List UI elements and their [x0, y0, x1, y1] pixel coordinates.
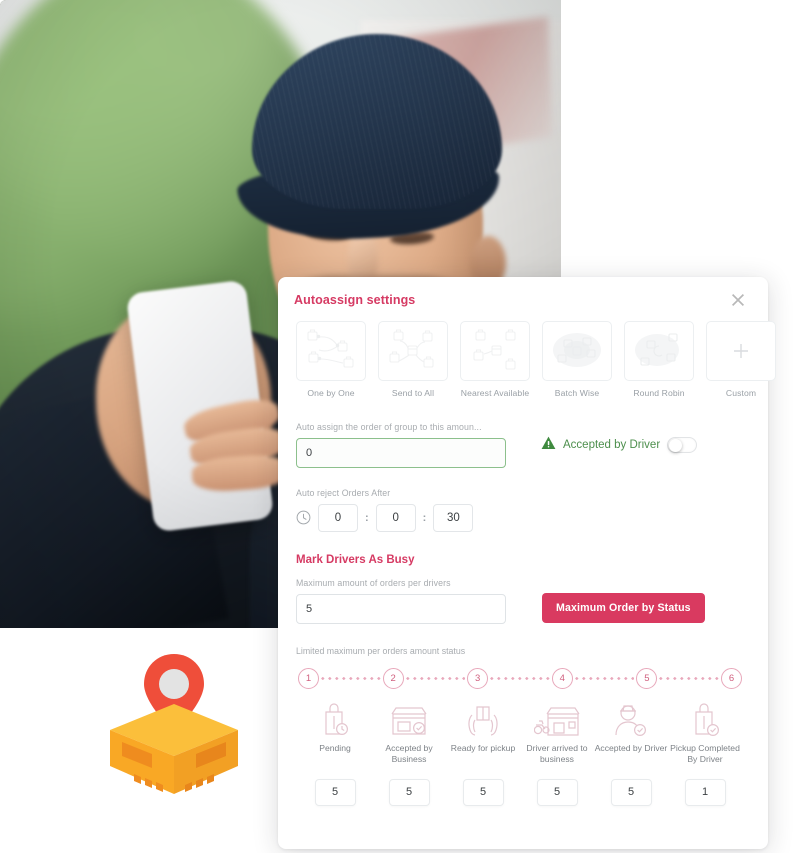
method-card[interactable] — [542, 321, 612, 381]
method-one-by-one[interactable]: One by One — [296, 321, 366, 400]
method-label: Send to All — [391, 388, 435, 398]
plus-icon — [734, 344, 748, 358]
status-label: Pickup Completed By Driver — [670, 742, 740, 764]
method-label: Batch Wise — [554, 388, 600, 398]
status-pending: Pending — [298, 699, 372, 806]
round-robin-icon — [635, 333, 679, 366]
close-icon[interactable] — [730, 289, 752, 311]
auto-reject-block: Auto reject Orders After : : — [294, 488, 746, 532]
status-ready-for-pickup: Ready for pickup — [446, 699, 520, 806]
method-nearest-available[interactable]: Nearest Available — [460, 321, 530, 400]
auto-assign-field: Auto assign the order of group to this a… — [296, 422, 506, 468]
status-columns: Pending 5 Accepted by Business 5 Ready f… — [298, 699, 742, 806]
mark-drivers-busy-title: Mark Drivers As Busy — [296, 553, 415, 566]
auto-reject-hours-input[interactable] — [318, 503, 358, 532]
accepted-by-driver-flag: Accepted by Driver — [541, 422, 698, 455]
auto-reject-seconds-input[interactable] — [433, 503, 474, 532]
method-card[interactable] — [296, 321, 366, 381]
stepper-track: 1 2 3 4 5 6 — [298, 667, 742, 689]
status-value-input[interactable] — [314, 778, 356, 806]
batch-wise-icon — [553, 333, 601, 367]
autoassign-settings-modal: Autoassign settings One by One Send to A… — [278, 277, 776, 849]
method-card[interactable] — [460, 321, 530, 381]
accepted-by-driver-toggle[interactable] — [667, 437, 698, 454]
status-value-input[interactable] — [536, 778, 578, 806]
method-card[interactable] — [706, 321, 776, 381]
maximum-order-by-status-button[interactable]: Maximum Order by Status — [542, 592, 705, 623]
auto-reject-label: Auto reject Orders After — [296, 487, 391, 498]
method-label: Custom — [725, 388, 757, 398]
one-by-one-icon — [307, 329, 354, 368]
limited-maximum-label: Limited maximum per orders amount status — [296, 645, 466, 656]
send-to-all-icon — [389, 329, 434, 368]
time-separator: : — [365, 511, 369, 524]
time-separator: : — [422, 511, 427, 524]
stepper-connector — [659, 676, 719, 680]
method-custom[interactable]: Custom — [706, 321, 776, 400]
step-circle-5[interactable]: 5 — [636, 667, 658, 689]
auto-assign-row: Auto assign the order of group to this a… — [294, 422, 746, 468]
stepper-connector — [321, 676, 381, 680]
nearest-available-icon — [473, 329, 516, 370]
status-accepted-by-driver: Accepted by Driver — [594, 699, 668, 806]
status-label: Accepted by Business — [385, 742, 433, 764]
order-status-stepper: 1 2 3 4 5 6 Pending 5 Accepted by Busine… — [294, 667, 746, 806]
auto-reject-time-row: : : — [296, 503, 746, 532]
autoassign-method-list: One by One Send to All Nearest Available… — [294, 321, 776, 400]
step-circle-2[interactable]: 2 — [382, 667, 404, 689]
auto-reject-minutes-input[interactable] — [375, 503, 416, 532]
status-value-input[interactable] — [610, 778, 652, 806]
status-accepted-by-business: Accepted by Business — [372, 699, 446, 806]
store-check-icon — [389, 699, 429, 737]
step-circle-4[interactable]: 4 — [551, 667, 573, 689]
mark-drivers-busy-row: Maximum amount of orders per drivers Max… — [294, 578, 746, 624]
package-illustration — [100, 648, 248, 796]
stepper-connector — [574, 676, 635, 680]
status-label: Pending — [319, 742, 351, 753]
scooter-store-icon — [534, 699, 580, 737]
status-pickup-completed: Pickup Completed By Driver — [668, 699, 742, 806]
clock-icon — [296, 510, 311, 525]
stepper-connector — [490, 676, 550, 680]
status-label: Accepted by Driver — [594, 742, 668, 753]
method-send-to-all[interactable]: Send to All — [378, 321, 448, 400]
step-circle-3[interactable]: 3 — [467, 667, 489, 689]
status-value-input[interactable] — [388, 778, 430, 806]
max-orders-field: Maximum amount of orders per drivers — [296, 578, 506, 624]
warning-triangle-icon — [541, 436, 556, 455]
auto-assign-label: Auto assign the order of group to this a… — [296, 421, 482, 432]
status-driver-arrived: Driver arrived to business — [520, 699, 594, 806]
hands-package-icon — [464, 699, 502, 737]
step-circle-1[interactable]: 1 — [298, 667, 320, 689]
toggle-knob — [669, 439, 683, 453]
method-label: One by One — [307, 388, 355, 398]
method-batch-wise[interactable]: Batch Wise — [542, 321, 612, 400]
page-root: Autoassign settings One by One Send to A… — [0, 0, 800, 853]
bag-clock-icon — [317, 699, 353, 737]
method-card[interactable] — [624, 321, 694, 381]
accepted-by-driver-label: Accepted by Driver — [563, 439, 661, 452]
auto-assign-input[interactable] — [296, 437, 506, 468]
method-round-robin[interactable]: Round Robin — [624, 321, 694, 400]
method-card[interactable] — [378, 321, 448, 381]
step-circle-6[interactable]: 6 — [720, 667, 742, 689]
method-label: Round Robin — [633, 388, 685, 398]
status-value-input[interactable] — [462, 778, 504, 806]
status-value-input[interactable] — [684, 778, 726, 806]
max-orders-label: Maximum amount of orders per drivers — [296, 577, 451, 588]
modal-title: Autoassign settings — [294, 293, 416, 307]
max-orders-input[interactable] — [296, 593, 506, 624]
bag-check-icon — [687, 699, 723, 737]
status-label: Driver arrived to business — [526, 742, 588, 764]
driver-check-icon — [612, 699, 650, 737]
stepper-connector — [405, 676, 466, 680]
method-label: Nearest Available — [460, 388, 530, 398]
status-label: Ready for pickup — [450, 742, 516, 753]
